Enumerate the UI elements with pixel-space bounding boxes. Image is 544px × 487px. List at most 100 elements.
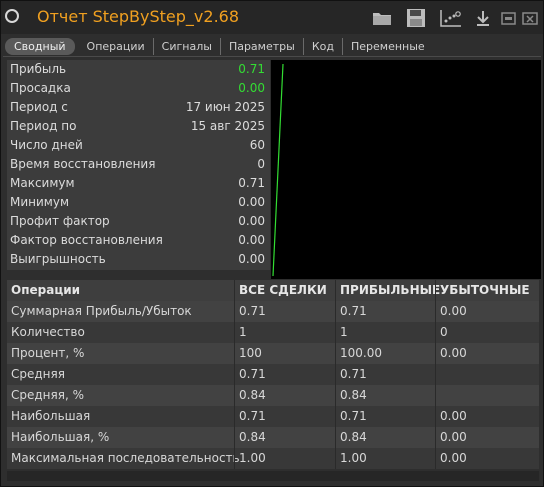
table-cell: 0.71 bbox=[335, 301, 435, 322]
title-bar[interactable]: Отчет StepByStep_v2.68 bbox=[1, 1, 543, 34]
stat-row: Период по 15 авг 2025 bbox=[7, 117, 270, 136]
stat-label: Профит фактор bbox=[10, 214, 110, 228]
stat-row: Фактор восстановления 0.00 bbox=[7, 231, 270, 250]
table-cell: 0.71 bbox=[234, 364, 335, 385]
table-cell: 0 bbox=[435, 322, 539, 343]
table-cell: 0.00 bbox=[435, 343, 539, 364]
tab-parameters[interactable]: Параметры bbox=[219, 38, 303, 55]
table-row: Максимальная последовательность 1.00 1.0… bbox=[7, 448, 539, 469]
table-cell: 0.84 bbox=[335, 385, 435, 406]
stat-value: 0.71 bbox=[238, 176, 265, 190]
table-row: Наибольшая, % 0.84 0.84 0.00 bbox=[7, 427, 539, 448]
table-cell: 0.71 bbox=[234, 301, 335, 322]
table-row: Количество 1 1 0 bbox=[7, 322, 539, 343]
tab-signals[interactable]: Сигналы bbox=[152, 38, 220, 55]
table-cell: 100 bbox=[234, 343, 335, 364]
stat-value: 60 bbox=[249, 138, 265, 152]
stat-row: Максимум 0.71 bbox=[7, 174, 270, 193]
table-row: Средняя 0.71 0.71 bbox=[7, 364, 539, 385]
chart-settings-icon[interactable] bbox=[439, 8, 461, 28]
table-cell: 1 bbox=[335, 322, 435, 343]
table-cell: 0.00 bbox=[435, 448, 539, 469]
stat-value: 0.00 bbox=[238, 81, 265, 95]
stat-row: Число дней 60 bbox=[7, 136, 270, 155]
stat-label: Максимум bbox=[10, 176, 75, 190]
stat-value: 0.00 bbox=[238, 252, 265, 266]
table-cell: Средняя, % bbox=[11, 388, 84, 402]
stat-label: Минимум bbox=[10, 195, 70, 209]
table-cell bbox=[435, 364, 539, 385]
stat-label: Просадка bbox=[10, 81, 71, 95]
table-cell: 1.00 bbox=[234, 448, 335, 469]
stat-label: Период с bbox=[10, 100, 68, 114]
stat-row: Прибыль 0.71 bbox=[7, 60, 270, 79]
folder-icon[interactable] bbox=[371, 8, 393, 28]
table-cell: Процент, % bbox=[11, 346, 85, 360]
column-header: ВСЕ СДЕЛКИ bbox=[234, 280, 335, 301]
close-icon[interactable] bbox=[521, 8, 543, 28]
app-icon bbox=[5, 9, 19, 23]
report-window: Отчет StepByStep_v2.68 Сводный Операции … bbox=[0, 0, 544, 487]
column-header: УБЫТОЧНЫЕ bbox=[435, 280, 539, 301]
equity-line bbox=[272, 63, 284, 277]
table-cell: 0.00 bbox=[435, 301, 539, 322]
column-header: Операции bbox=[11, 283, 81, 297]
stat-row: Период с 17 июн 2025 bbox=[7, 98, 270, 117]
table-cell: Наибольшая, % bbox=[11, 430, 110, 444]
minimize-icon[interactable] bbox=[500, 8, 522, 28]
window-title: Отчет StepByStep_v2.68 bbox=[37, 7, 240, 26]
tab-operations[interactable]: Операции bbox=[79, 38, 153, 55]
table-cell: 0.71 bbox=[234, 406, 335, 427]
table-row: Процент, % 100 100.00 0.00 bbox=[7, 343, 539, 364]
stat-value: 0.00 bbox=[238, 214, 265, 228]
stat-row: Минимум 0.00 bbox=[7, 193, 270, 212]
download-icon[interactable] bbox=[473, 8, 495, 28]
stat-value: 17 июн 2025 bbox=[185, 100, 265, 114]
stat-row: Просадка 0.00 bbox=[7, 79, 270, 98]
table-cell: Суммарная Прибыль/Убыток bbox=[11, 304, 192, 318]
table-cell: 0.71 bbox=[335, 364, 435, 385]
operations-table: Операции ВСЕ СДЕЛКИ ПРИБЫЛЬНЫЕ УБЫТОЧНЫЕ… bbox=[7, 280, 539, 469]
table-cell: 0.84 bbox=[335, 427, 435, 448]
table-cell: Средняя bbox=[11, 367, 65, 381]
equity-chart-svg bbox=[272, 63, 284, 277]
tab-variables[interactable]: Переменные bbox=[341, 38, 433, 55]
stat-value: 0.00 bbox=[238, 195, 265, 209]
stat-value: 15 авг 2025 bbox=[190, 119, 265, 133]
stat-row: Выигрышность 0.00 bbox=[7, 250, 270, 269]
tab-bar: Сводный Операции Сигналы Параметры Код П… bbox=[5, 38, 433, 55]
table-cell: 0.84 bbox=[234, 427, 335, 448]
stat-label: Фактор восстановления bbox=[10, 233, 163, 247]
stat-value: 0.00 bbox=[238, 233, 265, 247]
table-cell: 0.00 bbox=[435, 406, 539, 427]
stat-value: 0.71 bbox=[238, 62, 265, 76]
table-row: Наибольшая 0.71 0.71 0.00 bbox=[7, 406, 539, 427]
table-cell: Количество bbox=[11, 325, 85, 339]
stat-row: Профит фактор 0.00 bbox=[7, 212, 270, 231]
stat-label: Период по bbox=[10, 119, 77, 133]
stat-row: Время восстановления 0 bbox=[7, 155, 270, 174]
stat-label: Время восстановления bbox=[10, 157, 156, 171]
column-header: ПРИБЫЛЬНЫЕ bbox=[335, 280, 440, 301]
table-cell: 100.00 bbox=[335, 343, 435, 364]
table-cell: 0.84 bbox=[234, 385, 335, 406]
save-icon[interactable] bbox=[405, 8, 427, 28]
tab-divider bbox=[3, 56, 541, 57]
tab-code[interactable]: Код bbox=[302, 38, 342, 55]
stat-label: Прибыль bbox=[10, 62, 67, 76]
stat-label: Выигрышность bbox=[10, 252, 106, 266]
equity-chart bbox=[271, 60, 541, 279]
summary-stats-panel: Прибыль 0.71 Просадка 0.00 Период с 17 июн … bbox=[7, 60, 270, 270]
stat-label: Число дней bbox=[10, 138, 83, 152]
table-cell: 1.00 bbox=[335, 448, 435, 469]
table-row: Средняя, % 0.84 0.84 bbox=[7, 385, 539, 406]
table-cell: 0.00 bbox=[435, 427, 539, 448]
table-cell: 0.71 bbox=[335, 406, 435, 427]
table-header-row: Операции ВСЕ СДЕЛКИ ПРИБЫЛЬНЫЕ УБЫТОЧНЫЕ bbox=[7, 280, 539, 301]
table-cell: Максимальная последовательность bbox=[11, 451, 240, 465]
tab-summary[interactable]: Сводный bbox=[5, 38, 75, 55]
table-row: Суммарная Прибыль/Убыток 0.71 0.71 0.00 bbox=[7, 301, 539, 322]
table-cell: Наибольшая bbox=[11, 409, 91, 423]
table-cell: 1 bbox=[234, 322, 335, 343]
table-cell bbox=[435, 385, 539, 406]
